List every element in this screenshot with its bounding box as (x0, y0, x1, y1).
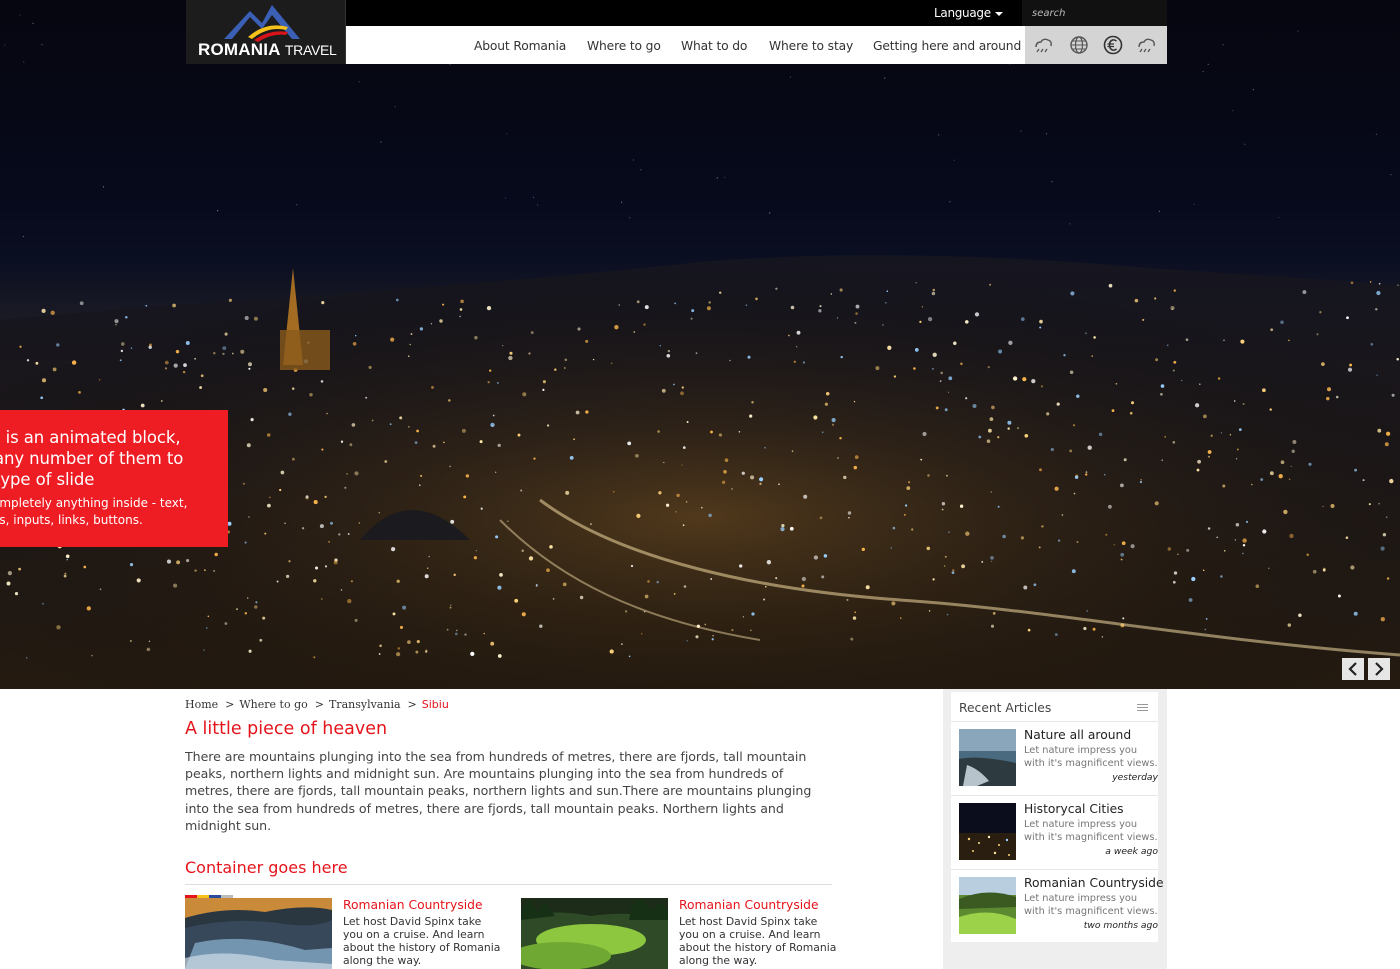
article-description: Let nature impress you with it's magnifi… (1024, 893, 1158, 917)
card-description: Let host David Spinx take you on a cruis… (343, 915, 501, 967)
card-thumbnail[interactable] (185, 898, 332, 969)
breadcrumb-separator: > (314, 698, 324, 711)
article-date: a week ago (1105, 846, 1158, 857)
euro-icon[interactable] (1102, 35, 1124, 55)
callout-line: type of slide (0, 470, 95, 489)
language-selector[interactable]: Language (934, 6, 1003, 20)
chevron-left-icon (1348, 662, 1357, 676)
nav-about-romania[interactable]: About Romania (474, 39, 566, 53)
content-card: Romanian Countryside Let host David Spin… (521, 898, 841, 969)
slider-prev-button[interactable] (1342, 658, 1364, 680)
article-item[interactable]: Historycal Cities Let nature impress you… (951, 795, 1158, 869)
article-item[interactable]: Romanian Countryside Let nature impress … (951, 869, 1164, 943)
nav-where-to-go[interactable]: Where to go (587, 39, 661, 53)
article-thumbnail[interactable] (959, 803, 1016, 860)
article-thumbnail[interactable] (959, 729, 1016, 786)
breadcrumb: Home > Where to go > Transylvania > Sibiu (185, 698, 449, 711)
breadcrumb-home[interactable]: Home (185, 698, 218, 711)
chevron-down-icon (994, 11, 1003, 16)
article-title[interactable]: Historycal Cities (1024, 802, 1124, 816)
hero-city-night-image (0, 0, 1400, 689)
breadcrumb-separator: > (225, 698, 235, 711)
sidebar: Recent Articles Nature all around Let na… (943, 689, 1167, 969)
weather-icon[interactable] (1136, 35, 1158, 55)
callout-line: any number of them to (0, 449, 184, 468)
hero-slider (0, 0, 1400, 689)
breadcrumb-separator: > (407, 698, 417, 711)
article-date: yesterday (1112, 772, 1158, 783)
article-title[interactable]: Romanian Countryside (1024, 876, 1164, 890)
flag-accent-bar (185, 883, 233, 898)
card-thumbnail[interactable] (521, 898, 668, 969)
article-item[interactable]: Nature all around Let nature impress you… (951, 721, 1158, 795)
weather-icon[interactable] (1033, 35, 1055, 55)
article-title[interactable]: Nature all around (1024, 728, 1131, 742)
section-divider (185, 884, 832, 885)
nav-what-to-do[interactable]: What to do (681, 39, 747, 53)
callout-line: s is an animated block, (0, 428, 181, 447)
mountain-logo-icon (224, 5, 300, 42)
section-title: Container goes here (185, 858, 348, 877)
breadcrumb-transylvania[interactable]: Transylvania (329, 698, 401, 711)
content-card: Romanian Countryside Let host David Spin… (185, 898, 505, 969)
top-bar: Language (346, 0, 1167, 26)
nav-getting-here[interactable]: Getting here and around (873, 39, 1021, 53)
breadcrumb-current: Sibiu (421, 698, 449, 711)
nav-where-to-stay[interactable]: Where to stay (769, 39, 853, 53)
callout-subtext: ompletely anything inside - text, (0, 496, 188, 510)
breadcrumb-where-to-go[interactable]: Where to go (239, 698, 307, 711)
hero-callout: s is an animated block, any number of th… (0, 410, 228, 547)
article-description: Let nature impress you with it's magnifi… (1024, 745, 1158, 769)
article-thumbnail[interactable] (959, 877, 1016, 934)
card-description: Let host David Spinx take you on a cruis… (679, 915, 837, 967)
slider-next-button[interactable] (1368, 658, 1390, 680)
recent-articles-panel: Recent Articles Nature all around Let na… (951, 692, 1164, 943)
card-title[interactable]: Romanian Countryside (343, 898, 483, 912)
list-menu-icon[interactable] (1137, 704, 1148, 713)
site-logo[interactable]: ROMANIA TRAVEL (186, 0, 346, 64)
callout-subtext: es, inputs, links, buttons. (0, 513, 143, 527)
search-input[interactable] (1022, 0, 1167, 26)
logo-text: ROMANIA TRAVEL (198, 40, 337, 59)
main-nav: About Romania Where to go What to do Whe… (346, 26, 1026, 64)
panel-title: Recent Articles (959, 701, 1052, 715)
intro-text: There are mountains plunging into the se… (185, 749, 812, 833)
chevron-right-icon (1375, 662, 1384, 676)
utility-icons (1025, 26, 1167, 64)
article-description: Let nature impress you with it's magnifi… (1024, 819, 1158, 843)
globe-icon[interactable] (1068, 35, 1090, 55)
article-date: two months ago (1083, 920, 1158, 931)
page-title: A little piece of heaven (185, 719, 388, 739)
card-title[interactable]: Romanian Countryside (679, 898, 819, 912)
